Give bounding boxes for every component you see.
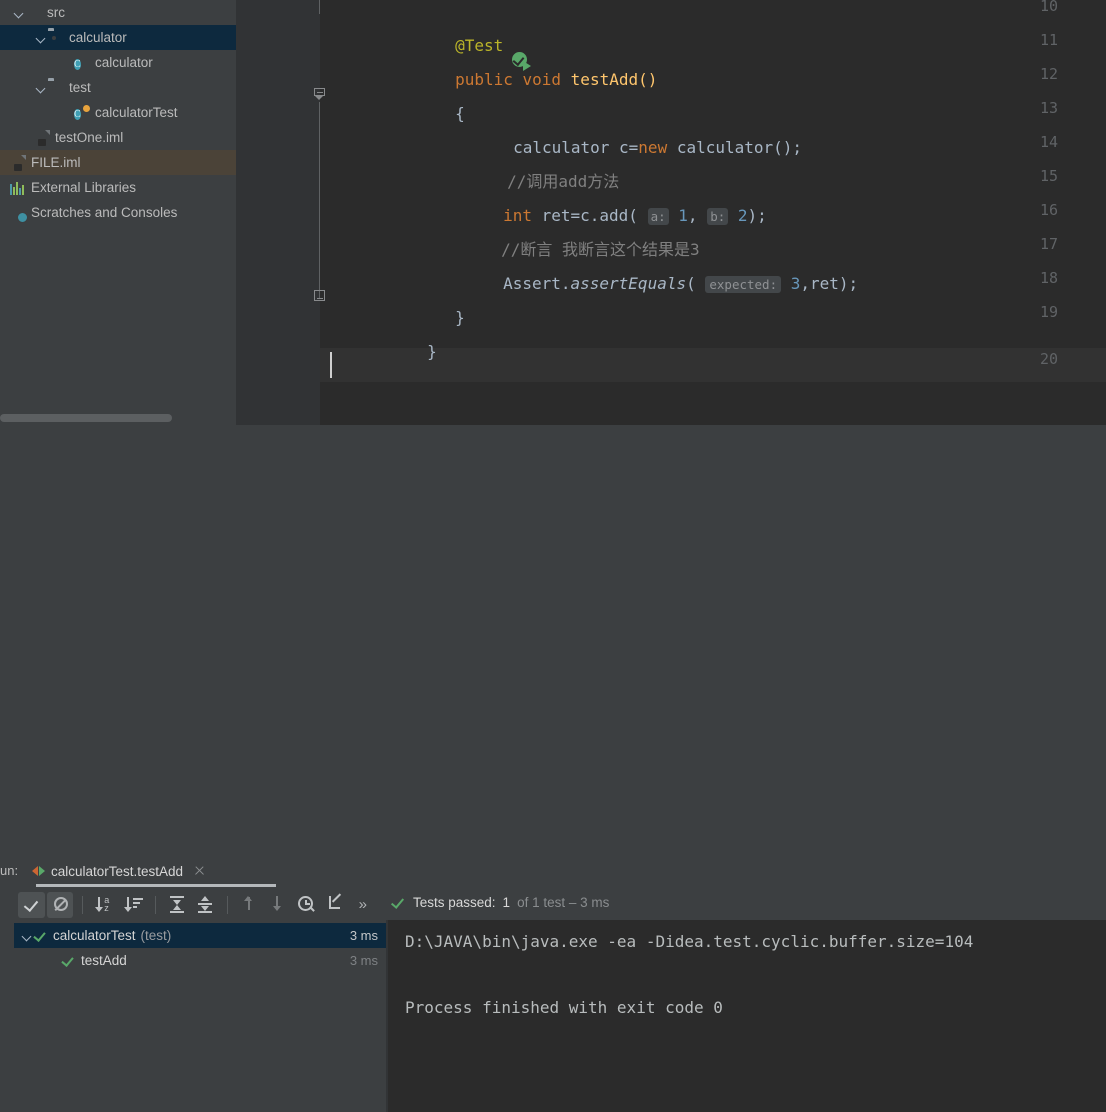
- console-exit-line: Process finished with exit code 0: [405, 998, 723, 1017]
- test-method-row[interactable]: testAdd 3 ms: [14, 948, 386, 973]
- package-folder-icon: [48, 80, 64, 96]
- toolbar-divider: [226, 896, 228, 914]
- code-open-paren: (: [686, 274, 696, 293]
- tree-item-label: src: [47, 5, 65, 20]
- test-run-tab-icon: [32, 865, 45, 878]
- iml-file-icon: [34, 130, 50, 146]
- project-tree-panel[interactable]: src calculator C calculator test C calcu…: [0, 0, 236, 425]
- scratches-consoles-icon: [10, 205, 26, 221]
- console-command-line: D:\JAVA\bin\java.exe -ea -Didea.test.cyc…: [405, 932, 974, 951]
- java-test-class-icon: C: [74, 108, 81, 120]
- test-method-duration: 3 ms: [349, 953, 378, 968]
- tree-item-test-package[interactable]: test: [0, 75, 236, 100]
- test-results-toolbar[interactable]: az »: [18, 891, 378, 919]
- test-results-tree[interactable]: calculatorTest (test) 3 ms testAdd 3 ms: [14, 923, 386, 1112]
- collapse-all-button[interactable]: [191, 892, 218, 918]
- module-source-icon: [26, 5, 42, 21]
- sort-alphabetically-button[interactable]: az: [90, 892, 117, 918]
- test-passed-icon: [34, 929, 48, 943]
- expand-all-button[interactable]: [163, 892, 190, 918]
- test-suite-name: calculatorTest: [53, 928, 136, 943]
- code-close-paren: );: [747, 206, 767, 225]
- tree-item-calculator-package[interactable]: calculator: [0, 25, 236, 50]
- run-tool-window[interactable]: un: calculatorTest.testAdd az » Tests pa…: [0, 425, 1106, 1112]
- show-passed-button[interactable]: [18, 892, 45, 918]
- status-check-icon: [392, 895, 406, 910]
- status-passed-count: 1: [502, 895, 511, 910]
- code-arg-2: 2: [737, 206, 748, 225]
- close-icon[interactable]: [193, 865, 205, 877]
- iml-file-icon: [10, 155, 26, 171]
- sort-by-duration-button[interactable]: [119, 892, 146, 918]
- code-editor[interactable]: 10 11 12 13 14 15 16 17 18 19 20 @Test p…: [236, 0, 1106, 425]
- code-content[interactable]: @Test public void testAdd() { calculator…: [320, 0, 1106, 425]
- export-results-button[interactable]: [321, 892, 348, 918]
- project-horizontal-scrollbar[interactable]: [0, 413, 236, 423]
- test-suite-duration: 3 ms: [349, 928, 378, 943]
- test-method-name: testAdd: [81, 953, 127, 968]
- run-tab-label: calculatorTest.testAdd: [51, 863, 184, 879]
- param-hint-b: b:: [707, 208, 729, 225]
- tree-item-src[interactable]: src: [0, 0, 236, 25]
- tree-item-label: FILE.iml: [31, 155, 81, 170]
- chevron-down-icon[interactable]: [22, 930, 34, 942]
- tree-item-calculatorTest-class[interactable]: C calculatorTest: [0, 100, 236, 125]
- package-folder-icon: [48, 30, 64, 46]
- editor-gutter[interactable]: [236, 0, 320, 425]
- chevron-down-icon[interactable]: [14, 7, 26, 19]
- tree-item-label: External Libraries: [31, 180, 137, 195]
- tree-item-scratches-consoles[interactable]: Scratches and Consoles: [0, 200, 236, 225]
- next-failed-button[interactable]: [263, 892, 290, 918]
- toolbar-divider: [154, 896, 156, 914]
- code-close-brace-method: }: [455, 308, 465, 327]
- tree-item-external-libraries[interactable]: External Libraries: [0, 175, 236, 200]
- tab-active-underline: [36, 884, 276, 887]
- test-suite-row[interactable]: calculatorTest (test) 3 ms: [14, 923, 386, 948]
- tree-item-label: calculator: [95, 55, 153, 70]
- code-class-assert: Assert.: [503, 274, 571, 293]
- more-options-button[interactable]: »: [349, 892, 376, 918]
- run-window-label: un:: [0, 863, 19, 878]
- chevron-down-icon[interactable]: [36, 32, 48, 44]
- tree-item-label: Scratches and Consoles: [31, 205, 178, 220]
- text-caret: [330, 352, 332, 378]
- tree-item-label: calculatorTest: [95, 105, 178, 120]
- toolbar-divider: [82, 896, 84, 914]
- code-method-testAdd: testAdd(): [570, 70, 658, 89]
- run-configuration-tab[interactable]: calculatorTest.testAdd: [32, 858, 205, 884]
- scrollbar-thumb[interactable]: [0, 414, 172, 422]
- test-history-button[interactable]: [292, 892, 319, 918]
- test-suite-package: (test): [140, 928, 172, 943]
- tree-item-calculator-class[interactable]: C calculator: [0, 50, 236, 75]
- code-expected-value: 3: [790, 274, 801, 293]
- code-keyword-void: void: [522, 70, 562, 89]
- status-label: Tests passed:: [413, 895, 496, 910]
- chevron-down-icon[interactable]: [36, 82, 48, 94]
- previous-failed-button[interactable]: [235, 892, 262, 918]
- console-output[interactable]: D:\JAVA\bin\java.exe -ea -Didea.test.cyc…: [388, 920, 1106, 1112]
- tree-item-label: calculator: [69, 30, 127, 45]
- tree-item-label: testOne.iml: [55, 130, 124, 145]
- show-ignored-button[interactable]: [46, 892, 74, 918]
- code-assert-rest: ,ret);: [800, 274, 859, 293]
- code-close-brace-class: }: [427, 342, 437, 361]
- param-hint-expected: expected:: [705, 276, 782, 293]
- tree-item-label: test: [69, 80, 91, 95]
- test-passed-icon: [62, 954, 76, 968]
- code-keyword-new: new: [638, 138, 668, 157]
- code-method-assertEquals: assertEquals: [570, 274, 687, 293]
- code-constructor-call: calculator();: [667, 138, 803, 157]
- external-libraries-icon: [10, 180, 26, 196]
- tree-item-testOne-iml[interactable]: testOne.iml: [0, 125, 236, 150]
- java-class-icon: C: [74, 58, 81, 70]
- status-detail: of 1 test – 3 ms: [517, 895, 610, 910]
- tree-item-FILE-iml[interactable]: FILE.iml: [0, 150, 236, 175]
- test-status-bar: Tests passed: 1 of 1 test – 3 ms: [392, 895, 609, 910]
